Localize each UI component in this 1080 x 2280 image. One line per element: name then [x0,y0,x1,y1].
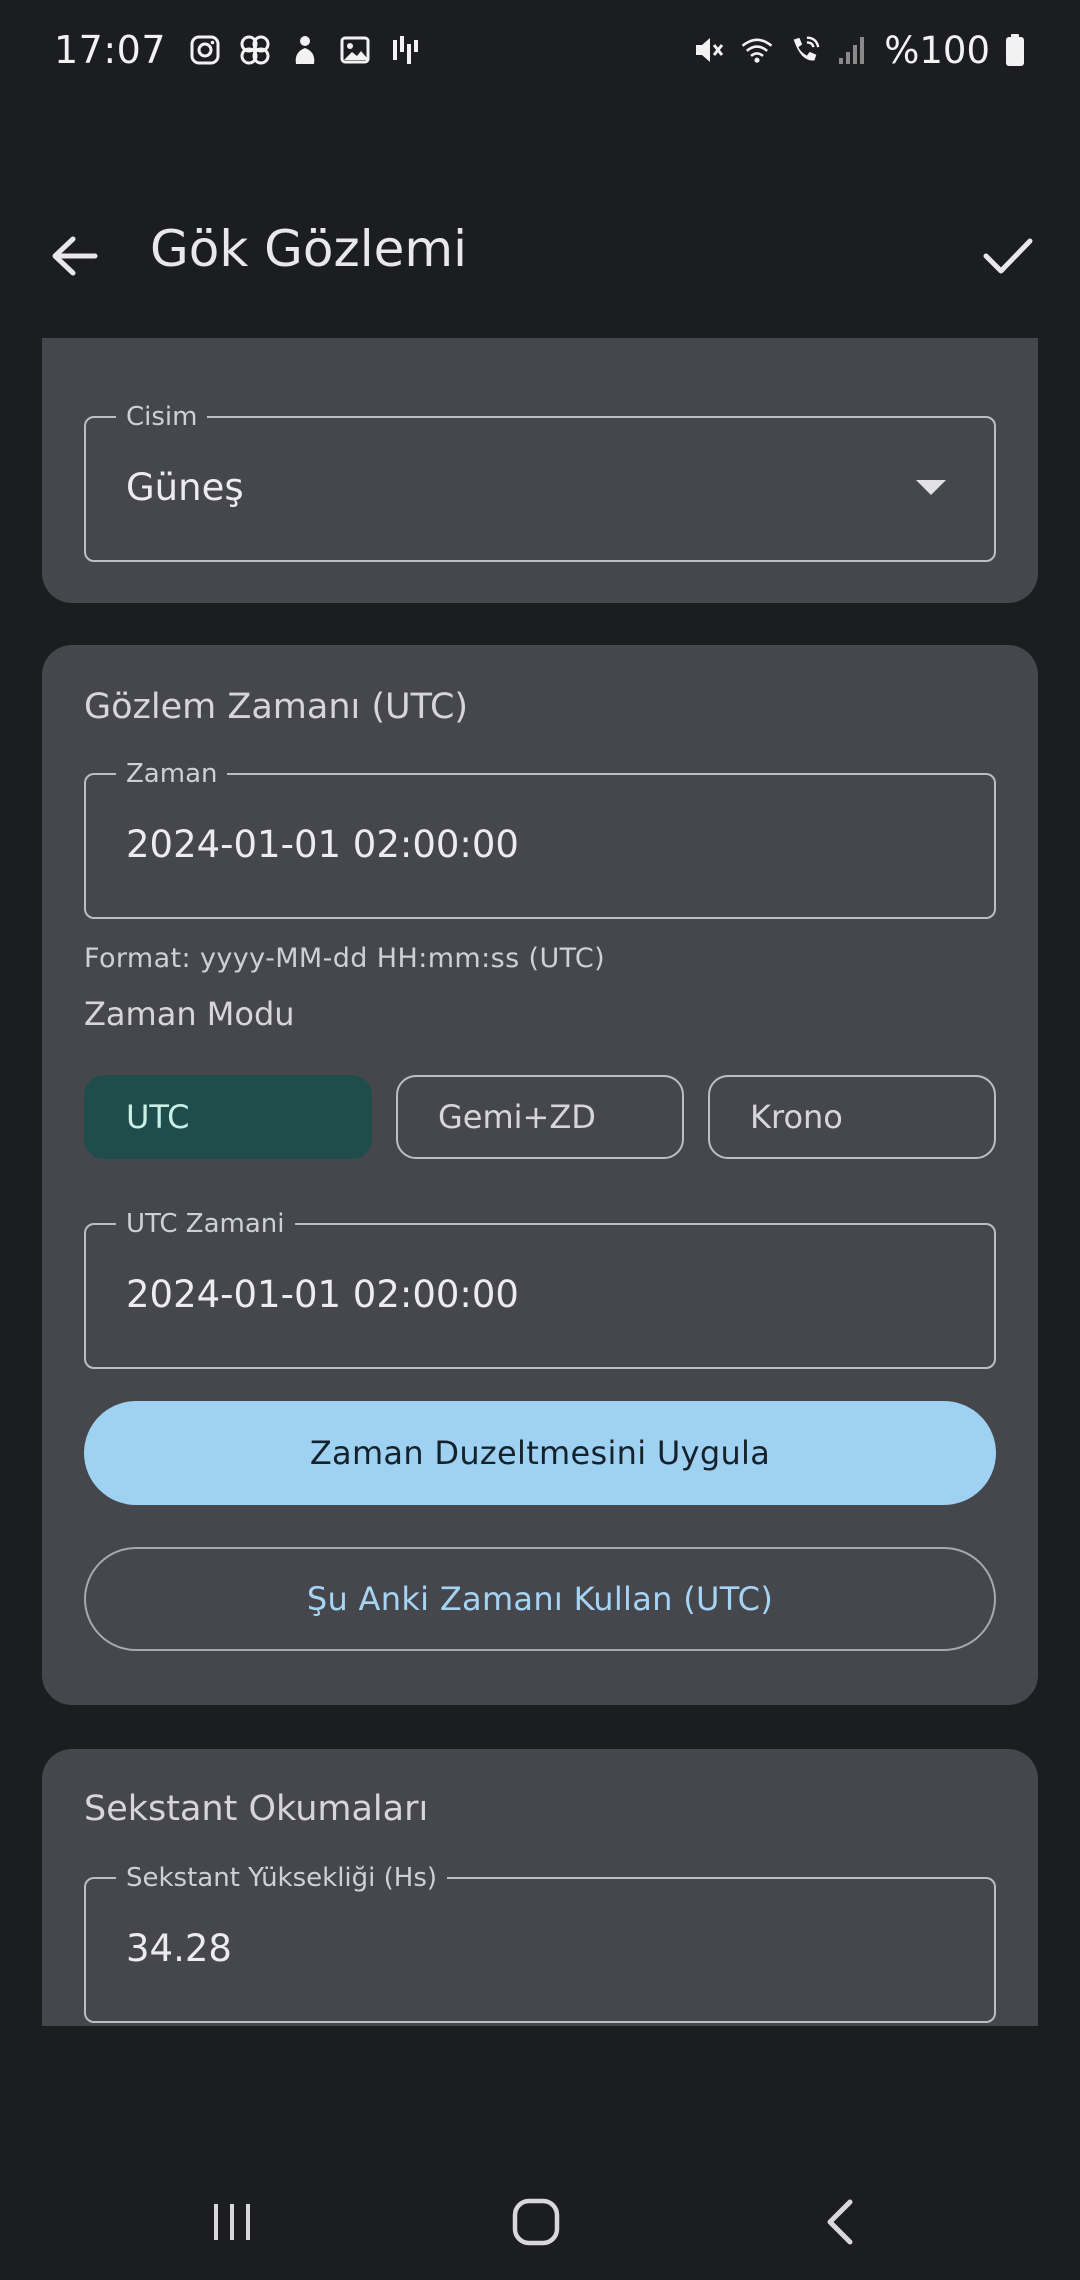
use-current-time-button[interactable]: Şu Anki Zamanı Kullan (UTC) [84,1547,996,1651]
time-mode-label: Zaman Modu [84,995,295,1033]
field-value: Güneş [126,466,244,509]
celestial-card-title: Gök Cismi [84,338,260,346]
wifi-call-icon [788,33,822,67]
field-label: Cisim [116,403,208,431]
field-label: UTC Zamani [116,1210,295,1238]
time-card-title: Gözlem Zamanı (UTC) [84,687,469,727]
system-nav-bar [0,2160,1080,2280]
recent-apps-icon[interactable] [200,2190,264,2254]
field-value: 2024-01-01 02:00:00 [126,823,519,866]
celestial-body-dropdown[interactable]: Cisim Güneş [84,403,996,562]
scroll-content[interactable]: Gök Cismi Cisim Güneş Gözlem Zamanı (UTC… [0,338,1080,2026]
sextant-readings-card: Sekstant Okumaları Sekstant Yüksekliği (… [42,1749,1038,2026]
utc-time-input[interactable]: UTC Zamani 2024-01-01 02:00:00 [84,1210,996,1369]
pinwheel-icon [238,33,272,67]
check-icon[interactable] [976,224,1040,288]
dropdown-arrow-icon [916,480,946,495]
mode-utc-button[interactable]: UTC [84,1075,372,1159]
time-input[interactable]: Zaman 2024-01-01 02:00:00 [84,760,996,919]
segment-label: UTC [126,1098,190,1136]
observation-time-card: Gözlem Zamanı (UTC) Zaman 2024-01-01 02:… [42,645,1038,1705]
audio-bars-icon [388,33,422,67]
screen: 17:07 %100 Gök Gözlemi Cisim Güneş Gözle… [0,0,1080,2280]
home-icon[interactable] [504,2190,568,2254]
back-icon[interactable] [808,2190,872,2254]
field-label: Sekstant Yüksekliği (Hs) [116,1864,448,1892]
sextant-altitude-input[interactable]: Sekstant Yüksekliği (Hs) 34.28 [84,1864,996,2023]
app-bar: Gök Gözlemi [0,200,1080,310]
status-time: 17:07 [54,28,167,72]
instagram-icon [188,33,222,67]
field-value: 34.28 [126,1927,232,1970]
segment-label: Gemi+ZD [438,1098,596,1136]
battery-icon [1004,33,1026,67]
format-hint: Format: yyyy-MM-dd HH:mm:ss (UTC) [84,943,606,974]
game-icon [288,33,322,67]
mode-chrono-button[interactable]: Krono [708,1075,996,1159]
mode-ship-zd-button[interactable]: Gemi+ZD [396,1075,684,1159]
gallery-icon [338,33,372,67]
apply-time-correction-button[interactable]: Zaman Duzeltmesini Uygula [84,1401,996,1505]
segment-label: Krono [750,1098,843,1136]
arrow-back-icon[interactable] [44,226,104,286]
page-title: Gök Gözlemi [150,220,468,278]
signal-icon [836,33,870,67]
celestial-body-card: Gök Cismi Cisim Güneş [42,338,1038,603]
mute-icon [692,33,726,67]
field-label: Zaman [116,760,228,788]
wifi-icon [740,33,774,67]
status-bar: 17:07 %100 [0,0,1080,100]
sextant-card-title: Sekstant Okumaları [84,1789,429,1829]
field-value: 2024-01-01 02:00:00 [126,1273,519,1316]
battery-percent: %100 [884,28,990,72]
